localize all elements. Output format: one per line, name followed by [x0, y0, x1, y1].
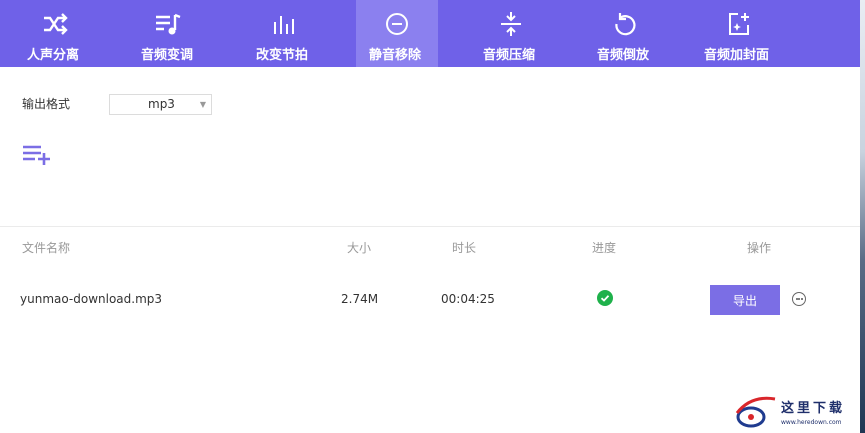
watermark: 这里下载 www.heredown.com	[725, 393, 860, 433]
tool-label: 音频加封面	[704, 48, 770, 63]
file-size: 2.74M	[341, 292, 379, 306]
column-header-duration: 时长	[452, 241, 477, 255]
compress-icon	[501, 12, 521, 36]
file-duration: 00:04:25	[441, 292, 495, 306]
more-options-icon[interactable]	[792, 292, 806, 306]
chevron-down-icon: ▼	[199, 100, 206, 109]
equalizer-bars-icon	[274, 16, 294, 34]
tool-pitch-shift[interactable]: 音频变调	[120, 0, 220, 67]
app-window: 人声分离 音频变调 改变节拍 静音移除 音频压缩 音频倒放 音频加封面 输出格式…	[0, 0, 860, 433]
output-format-select[interactable]: mp3 ▼	[109, 94, 212, 115]
watermark-url: www.heredown.com	[781, 419, 842, 426]
minus-circle-icon	[386, 13, 408, 35]
add-files-button[interactable]	[22, 144, 52, 166]
output-format-label: 输出格式	[22, 97, 71, 111]
rewind-icon	[615, 13, 636, 36]
column-header-filename: 文件名称	[22, 241, 71, 255]
music-list-icon	[156, 13, 181, 35]
tool-audio-compress[interactable]: 音频压缩	[462, 0, 562, 67]
image-sparkle-icon	[729, 13, 749, 35]
export-button[interactable]: 导出	[710, 285, 780, 315]
tool-add-cover[interactable]: 音频加封面	[694, 0, 784, 67]
tool-label: 音频压缩	[483, 48, 536, 63]
tool-audio-reverse[interactable]: 音频倒放	[576, 0, 676, 67]
tool-vocal-separation[interactable]: 人声分离	[0, 0, 110, 67]
column-header-size: 大小	[347, 241, 372, 255]
tool-label: 改变节拍	[256, 48, 309, 63]
desktop-background-edge	[860, 0, 865, 433]
tool-bar: 人声分离 音频变调 改变节拍 静音移除 音频压缩 音频倒放 音频加封面	[0, 0, 860, 67]
shuffle-icon	[44, 13, 68, 35]
tool-tempo-change[interactable]: 改变节拍	[236, 0, 336, 67]
file-name: yunmao-download.mp3	[20, 292, 163, 306]
tool-label: 音频倒放	[597, 48, 650, 63]
tool-label: 人声分离	[27, 48, 80, 63]
check-circle-icon	[597, 290, 613, 306]
tool-label: 音频变调	[141, 48, 194, 63]
watermark-logo-icon	[735, 396, 776, 428]
watermark-title: 这里下载	[781, 401, 846, 416]
section-divider	[0, 226, 860, 227]
tool-silence-removal[interactable]: 静音移除	[356, 0, 438, 67]
column-header-actions: 操作	[747, 241, 772, 255]
column-header-progress: 进度	[592, 241, 617, 255]
output-format-value: mp3	[148, 97, 175, 111]
tool-label: 静音移除	[369, 48, 422, 63]
